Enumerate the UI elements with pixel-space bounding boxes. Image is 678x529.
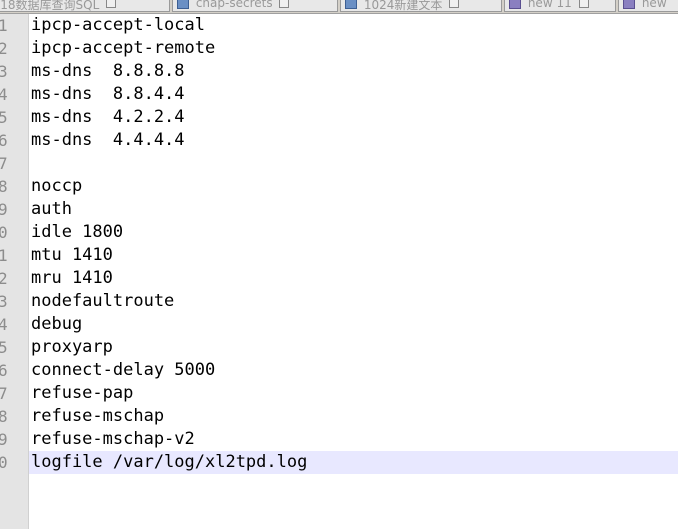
code-line[interactable]: connect-delay 5000	[29, 359, 678, 382]
code-line[interactable]: ipcp-accept-local	[29, 14, 678, 37]
line-number: 8	[0, 177, 8, 196]
line-number-gutter: 1 2 3 4 5 6 7 8 9 0 1 2 3 4 5 6 7 8 9 0	[0, 14, 29, 529]
line-number: 0	[0, 223, 8, 242]
code-line[interactable]: noccp	[29, 175, 678, 198]
close-icon[interactable]	[449, 0, 460, 8]
file-icon	[509, 0, 521, 9]
line-number: 1	[0, 246, 8, 265]
code-line[interactable]: refuse-pap	[29, 382, 678, 405]
code-line[interactable]: ms-dns 4.4.4.4	[29, 129, 678, 152]
line-number: 0	[0, 453, 8, 472]
line-number: 9	[0, 200, 8, 219]
line-number: 9	[0, 430, 8, 449]
code-line[interactable]: ms-dns 8.8.8.8	[29, 60, 678, 83]
line-number: 1	[0, 16, 8, 35]
code-line[interactable]: mtu 1410	[29, 244, 678, 267]
code-line[interactable]: mru 1410	[29, 267, 678, 290]
code-editor[interactable]: ipcp-accept-local ipcp-accept-remote ms-dn…	[29, 14, 678, 529]
code-line[interactable]: ms-dns 4.2.2.4	[29, 106, 678, 129]
code-line-current[interactable]: logfile /var/log/xl2tpd.log	[29, 451, 678, 474]
code-line[interactable]: refuse-mschap-v2	[29, 428, 678, 451]
tab-label: chap-secrets	[195, 0, 273, 10]
code-line[interactable]: proxyarp	[29, 336, 678, 359]
tab-new[interactable]: new	[618, 0, 678, 12]
line-number: 7	[0, 154, 8, 173]
close-icon[interactable]	[578, 0, 589, 8]
line-number: 2	[0, 269, 8, 288]
line-number: 5	[0, 108, 8, 127]
close-icon[interactable]	[279, 0, 290, 8]
tab-label: new	[641, 0, 667, 10]
code-line[interactable]: idle 1800	[29, 221, 678, 244]
line-number: 4	[0, 85, 8, 104]
tab-new-11[interactable]: new 11	[504, 0, 616, 12]
code-line[interactable]: auth	[29, 198, 678, 221]
code-line[interactable]: debug	[29, 313, 678, 336]
line-number: 6	[0, 131, 8, 150]
file-icon	[177, 0, 189, 9]
editor-window: 1018数据库查询SQL chap-secrets 1024新建文本 new 1…	[0, 0, 678, 529]
file-icon	[345, 0, 357, 9]
file-icon	[623, 0, 635, 9]
code-line[interactable]: refuse-mschap	[29, 405, 678, 428]
code-line[interactable]: nodefaultroute	[29, 290, 678, 313]
tab-chap-secrets[interactable]: chap-secrets	[172, 0, 338, 12]
code-line[interactable]: ipcp-accept-remote	[29, 37, 678, 60]
tab-label: 1018数据库查询SQL	[0, 0, 100, 12]
line-number: 4	[0, 315, 8, 334]
line-number: 3	[0, 292, 8, 311]
code-line[interactable]	[29, 152, 678, 175]
line-number: 6	[0, 361, 8, 380]
line-number: 3	[0, 62, 8, 81]
close-icon[interactable]	[106, 0, 117, 8]
line-number: 5	[0, 338, 8, 357]
line-number: 2	[0, 39, 8, 58]
line-number: 7	[0, 384, 8, 403]
tab-sql-query[interactable]: 1018数据库查询SQL	[0, 0, 170, 12]
tab-label: new 11	[527, 0, 572, 10]
line-number: 8	[0, 407, 8, 426]
tab-bar: 1018数据库查询SQL chap-secrets 1024新建文本 new 1…	[0, 0, 678, 14]
tab-label: 1024新建文本	[363, 0, 443, 12]
tab-new-text[interactable]: 1024新建文本	[340, 0, 502, 12]
code-line[interactable]: ms-dns 8.8.4.4	[29, 83, 678, 106]
